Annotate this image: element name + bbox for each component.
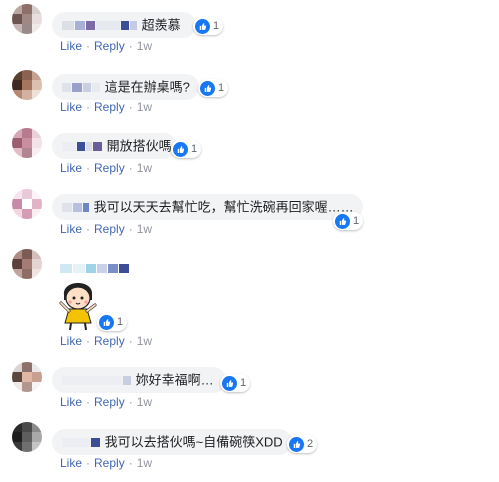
separator: · xyxy=(86,395,91,409)
comment-bubble: 開放搭伙嗎 xyxy=(52,133,177,159)
comment-actions: Like · Reply · 1w xyxy=(60,395,152,409)
timestamp[interactable]: 1w xyxy=(137,334,152,348)
separator: · xyxy=(128,395,133,409)
reaction-number: 1 xyxy=(240,377,247,389)
reaction-count[interactable]: 1 xyxy=(333,212,364,230)
like-reaction-icon xyxy=(200,80,215,96)
avatar[interactable] xyxy=(12,189,42,219)
reaction-count[interactable]: 1 xyxy=(193,17,224,35)
like-link[interactable]: Like xyxy=(60,395,82,409)
reply-link[interactable]: Reply xyxy=(94,100,125,114)
separator: · xyxy=(128,161,133,175)
like-reaction-icon xyxy=(335,213,350,229)
cartoon-girl-sticker xyxy=(59,283,97,331)
timestamp[interactable]: 1w xyxy=(137,100,152,114)
separator: · xyxy=(128,100,133,114)
like-link[interactable]: Like xyxy=(60,100,82,114)
comment-actions: Like · Reply · 1w xyxy=(60,161,152,175)
avatar[interactable] xyxy=(12,70,42,100)
like-link[interactable]: Like xyxy=(60,334,82,348)
reply-link[interactable]: Reply xyxy=(94,161,125,175)
author-name[interactable] xyxy=(60,260,130,274)
reply-link[interactable]: Reply xyxy=(94,456,125,470)
comment-actions: Like · Reply · 1w xyxy=(60,100,152,114)
timestamp[interactable]: 1w xyxy=(137,222,152,236)
avatar[interactable] xyxy=(12,249,42,279)
comment-actions: Like · Reply · 1w xyxy=(60,39,152,53)
reaction-number: 1 xyxy=(213,20,220,32)
avatar[interactable] xyxy=(12,128,42,158)
comment-bubble: 這是在辦桌嗎? xyxy=(52,74,199,100)
comment-bubble: 超羨慕 xyxy=(52,12,196,38)
avatar[interactable] xyxy=(12,4,42,34)
comment-bubble: 我可以去搭伙嗎~自備碗筷XDD xyxy=(52,429,292,455)
reply-link[interactable]: Reply xyxy=(94,395,125,409)
reaction-count[interactable]: 1 xyxy=(97,313,128,331)
comment-text: 我可以天天去幫忙吃，幫忙洗碗再回家喔…… xyxy=(93,199,354,215)
like-link[interactable]: Like xyxy=(60,161,82,175)
like-reaction-icon xyxy=(222,375,237,391)
reply-link[interactable]: Reply xyxy=(94,334,125,348)
like-reaction-icon xyxy=(195,18,210,34)
timestamp[interactable]: 1w xyxy=(137,161,152,175)
avatar[interactable] xyxy=(12,422,42,452)
comment-actions: Like · Reply · 1w xyxy=(60,456,152,470)
reply-link[interactable]: Reply xyxy=(94,222,125,236)
avatar[interactable] xyxy=(12,362,42,392)
like-link[interactable]: Like xyxy=(60,222,82,236)
like-reaction-icon xyxy=(173,141,188,157)
comment-actions: Like · Reply · 1w xyxy=(60,334,152,348)
separator: · xyxy=(128,334,133,348)
reaction-number: 1 xyxy=(117,316,124,328)
reaction-count[interactable]: 1 xyxy=(198,79,229,97)
timestamp[interactable]: 1w xyxy=(137,456,152,470)
separator: · xyxy=(86,100,91,114)
reply-link[interactable]: Reply xyxy=(94,39,125,53)
reaction-number: 2 xyxy=(307,438,314,450)
like-link[interactable]: Like xyxy=(60,39,82,53)
separator: · xyxy=(86,222,91,236)
separator: · xyxy=(86,456,91,470)
reaction-count[interactable]: 1 xyxy=(171,140,202,158)
reaction-count[interactable]: 2 xyxy=(287,435,318,453)
reaction-number: 1 xyxy=(191,143,198,155)
separator: · xyxy=(86,161,91,175)
separator: · xyxy=(128,456,133,470)
like-link[interactable]: Like xyxy=(60,456,82,470)
reaction-count[interactable]: 1 xyxy=(220,374,251,392)
separator: · xyxy=(128,39,133,53)
separator: · xyxy=(128,222,133,236)
like-reaction-icon xyxy=(289,436,304,452)
reaction-number: 1 xyxy=(353,215,360,227)
comment-text: 超羨慕 xyxy=(141,17,181,33)
separator: · xyxy=(86,39,91,53)
timestamp[interactable]: 1w xyxy=(137,395,152,409)
comment-bubble: 妳好幸福啊… xyxy=(52,367,226,393)
comment-text: 妳好幸福啊… xyxy=(135,372,214,388)
comment-text: 開放搭伙嗎 xyxy=(106,138,172,154)
comment-bubble: 我可以天天去幫忙吃，幫忙洗碗再回家喔…… xyxy=(52,194,363,220)
comment-actions: Like · Reply · 1w xyxy=(60,222,152,236)
timestamp[interactable]: 1w xyxy=(137,39,152,53)
like-reaction-icon xyxy=(99,314,114,330)
comment-text: 我可以去搭伙嗎~自備碗筷XDD xyxy=(104,434,283,450)
separator: · xyxy=(86,334,91,348)
comment-text: 這是在辦桌嗎? xyxy=(104,79,190,95)
reaction-number: 1 xyxy=(218,82,225,94)
